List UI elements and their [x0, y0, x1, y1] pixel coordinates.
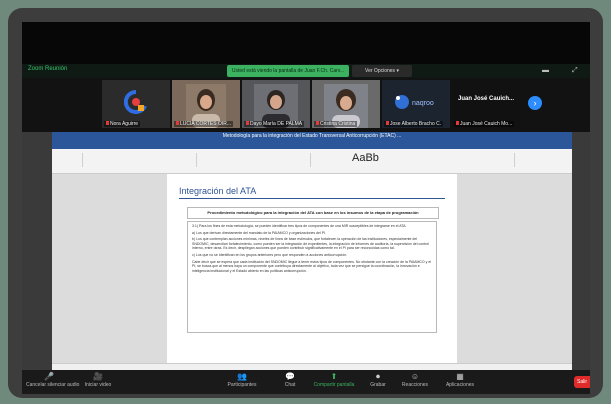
word-window: Metodología para la integración del Esta…: [52, 132, 572, 370]
heading-rule: [179, 198, 445, 199]
meeting-controls: 🎤 Cancelar silenciar audio 🎥 Iniciar vid…: [22, 370, 590, 394]
participants-icon: 👥: [237, 372, 247, 381]
participant-tile[interactable]: LUCIA CORTES OIR...: [172, 80, 240, 128]
minimize-icon[interactable]: ▬: [542, 67, 549, 74]
fullscreen-icon[interactable]: ⤢: [572, 67, 578, 75]
ribbon: AaBb: [52, 149, 572, 174]
next-page-icon[interactable]: ›: [528, 96, 542, 110]
participant-tile[interactable]: Cristina Cristina: [312, 80, 380, 128]
svg-text:naqroo: naqroo: [412, 100, 434, 107]
participant-name: Nora Aguirre: [110, 121, 139, 127]
participant-tile-featured[interactable]: Juan José Cauich... Juan José Cauich Mo.…: [452, 80, 520, 128]
participant-logo-icon: naqroo: [395, 95, 434, 109]
muted-mic-icon: [316, 121, 319, 125]
zoom-window: Zoom Reunión Usted está viendo la pantal…: [22, 22, 590, 394]
start-video-button[interactable]: 🎥 Iniciar video: [80, 372, 116, 389]
participant-name: LUCIA CORTES OIR...: [180, 121, 232, 127]
page-heading: Integración del ATA: [179, 186, 257, 196]
participants-button[interactable]: 👥 Participantes: [222, 372, 262, 389]
procedure-title-box: Procedimiento metodológico para la integ…: [187, 207, 439, 219]
participant-name: Jose Alberto Bracho C.: [390, 121, 442, 127]
screen-share-bar: Zoom Reunión Usted está viendo la pantal…: [22, 64, 590, 78]
control-label: Participantes: [227, 382, 257, 388]
control-label: Reacciones: [401, 382, 429, 388]
apps-button[interactable]: ▦ Aplicaciones: [440, 372, 480, 389]
unmute-button[interactable]: 🎤 Cancelar silenciar audio: [26, 372, 80, 389]
meeting-label: Zoom Reunión: [28, 66, 68, 72]
participant-name: Dayo María DE PALMA: [250, 121, 303, 127]
leave-button[interactable]: Salir: [574, 376, 590, 388]
reactions-icon: ☺: [410, 372, 420, 381]
word-status-bar: [52, 363, 572, 370]
document-canvas: Integración del ATA Procedimiento metodo…: [52, 174, 572, 366]
muted-mic-icon: [456, 121, 459, 125]
paragraph: a) Los que derivan directamente del mand…: [192, 230, 326, 235]
mic-icon: 🎤: [44, 372, 54, 381]
top-black-band: [22, 22, 590, 64]
control-label: Iniciar video: [84, 382, 112, 388]
paragraph: Cabe decir que se espera que cada instit…: [192, 259, 432, 273]
paragraph: b) Los que contemplan acciones mínimas, …: [192, 237, 429, 251]
control-label: Aplicaciones: [445, 382, 475, 388]
record-icon: ⏺: [376, 372, 380, 381]
muted-mic-icon: [106, 121, 109, 125]
reactions-button[interactable]: ☺ Reacciones: [398, 372, 432, 389]
record-button[interactable]: ⏺ Grabar: [366, 372, 390, 389]
featured-participant-name: Juan José Cauich...: [458, 96, 515, 102]
document-title: Metodología para la integración del Esta…: [222, 133, 402, 139]
word-title-bar: Metodología para la integración del Esta…: [52, 132, 572, 141]
ribbon-tabs: Archivo Inicio Insertar Diseño Disposici…: [52, 141, 572, 155]
apps-icon: ▦: [456, 372, 464, 381]
paragraph: 3.1) Para los fines de esta metodología,…: [192, 224, 407, 228]
control-label: Cancelar silenciar audio: [26, 382, 80, 388]
paragraph: c) Los que no se identifican en los grup…: [192, 252, 348, 257]
control-label: Chat: [284, 382, 296, 388]
view-options-button[interactable]: Ver Opciones ▾: [352, 65, 412, 77]
editing-group[interactable]: [518, 153, 558, 167]
clipboard-group[interactable]: [54, 153, 83, 167]
shared-screen: Metodología para la integración del Esta…: [22, 132, 590, 370]
chat-icon: 💬: [285, 372, 295, 381]
share-banner[interactable]: Usted está viendo la pantalla de Juan F.…: [227, 65, 349, 77]
font-group[interactable]: [86, 153, 197, 167]
muted-mic-icon: [246, 121, 249, 125]
participant-name: Juan José Cauich Mo...: [460, 121, 513, 127]
video-icon: 🎥: [93, 372, 103, 381]
document-page[interactable]: Integración del ATA Procedimiento metodo…: [167, 174, 457, 364]
muted-mic-icon: [176, 121, 179, 125]
control-label: Compartir pantalla: [313, 382, 355, 388]
participant-tile[interactable]: naqroo Jose Alberto Bracho C.: [382, 80, 450, 128]
paragraph-group[interactable]: [200, 153, 311, 167]
organization-logo-icon: [124, 90, 147, 114]
styles-group[interactable]: [314, 153, 515, 167]
share-screen-icon: ⬆: [330, 372, 338, 381]
control-label: Grabar: [370, 382, 386, 388]
participant-strip: Nora Aguirre LUCIA CORTES OIR... Dayo Ma…: [22, 78, 590, 132]
participant-tile[interactable]: Dayo María DE PALMA: [242, 80, 310, 128]
participant-name: Cristina Cristina: [320, 121, 356, 127]
share-screen-button[interactable]: ⬆ Compartir pantalla: [312, 372, 356, 389]
participant-tile[interactable]: Nora Aguirre: [102, 80, 170, 128]
chat-button[interactable]: 💬 Chat: [278, 372, 302, 389]
procedure-body-box: 3.1) Para los fines de esta metodología,…: [187, 221, 437, 333]
muted-mic-icon: [386, 121, 389, 125]
